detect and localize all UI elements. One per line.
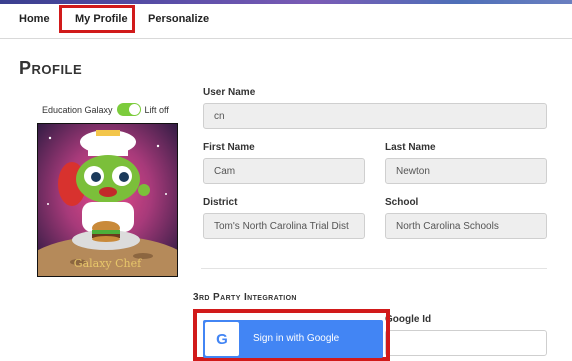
school-field[interactable]: North Carolina Schools (385, 213, 547, 239)
school-label: School (385, 197, 419, 208)
first-name-label: First Name (203, 142, 255, 153)
first-name-field[interactable]: Cam (203, 158, 365, 184)
google-g-icon: G (205, 322, 239, 356)
google-signin-label: Sign in with Google (253, 333, 340, 344)
my-profile-highlight-box (59, 5, 135, 33)
google-id-field[interactable] (385, 330, 547, 356)
toggle-left-label: Education Galaxy (42, 104, 113, 115)
nav-home[interactable]: Home (19, 13, 50, 25)
toggle-right-label: Lift off (144, 104, 169, 115)
district-field[interactable]: Tom's North Carolina Trial Dist (203, 213, 365, 239)
last-name-field[interactable]: Newton (385, 158, 547, 184)
nav-personalize[interactable]: Personalize (148, 13, 209, 25)
toggle-knob (128, 104, 140, 115)
username-field[interactable]: cn (203, 103, 547, 129)
avatar-caption: Galaxy Chef (73, 257, 142, 270)
username-label: User Name (203, 87, 256, 98)
section-divider (201, 268, 547, 269)
last-name-label: Last Name (385, 142, 436, 153)
google-signin-button[interactable]: G Sign in with Google (203, 320, 383, 358)
district-label: District (203, 197, 238, 208)
integration-section-title: 3rd Party Integration (193, 292, 297, 303)
page-title: Profile (19, 58, 83, 78)
galaxy-chef-illustration (38, 124, 177, 276)
theme-toggle[interactable] (116, 103, 141, 116)
avatar[interactable]: Galaxy Chef (37, 123, 178, 277)
google-id-label: Google Id (385, 314, 432, 325)
theme-toggle-row: Education Galaxy Lift off (42, 103, 169, 116)
